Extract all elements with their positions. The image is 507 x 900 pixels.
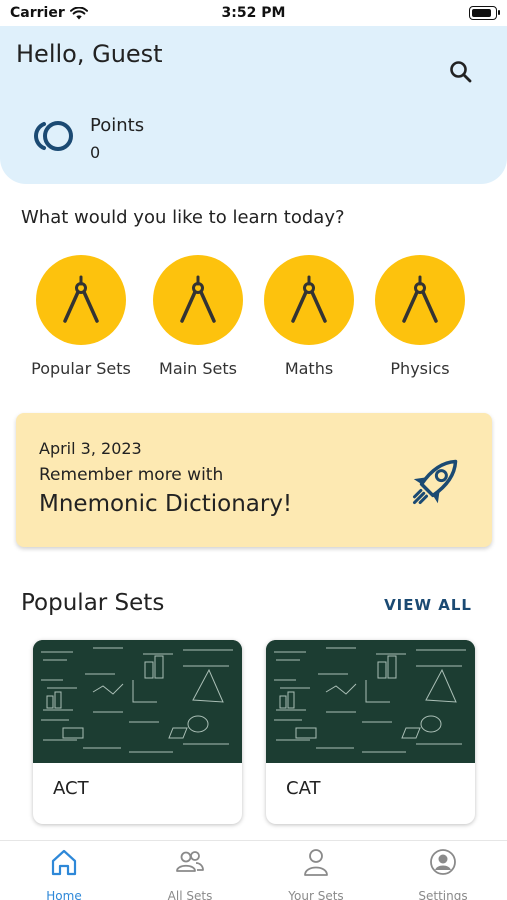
set-card-act[interactable]: ACT bbox=[33, 640, 242, 824]
chalkboard-drawing bbox=[266, 640, 475, 763]
compass-icon bbox=[291, 275, 327, 323]
banner-title: Mnemonic Dictionary! bbox=[39, 491, 293, 517]
popular-sets-title: Popular Sets bbox=[21, 590, 165, 616]
category-list: Popular Sets Main Sets Maths Physics bbox=[0, 255, 507, 385]
points-label: Points bbox=[90, 115, 145, 136]
category-circle bbox=[153, 255, 243, 345]
rocket-icon bbox=[412, 459, 458, 505]
tab-settings[interactable]: Settings bbox=[393, 847, 493, 900]
mnemonic-banner[interactable]: April 3, 2023 Remember more with Mnemoni… bbox=[16, 413, 492, 547]
users-icon bbox=[176, 851, 204, 872]
chalkboard-image bbox=[266, 640, 475, 763]
tab-bar: Home All Sets Your Sets Settings bbox=[0, 840, 507, 900]
set-card-title: CAT bbox=[286, 778, 321, 799]
category-circle bbox=[264, 255, 354, 345]
chalkboard-drawing bbox=[33, 640, 242, 763]
tab-label: All Sets bbox=[167, 889, 213, 900]
category-circle bbox=[36, 255, 126, 345]
category-main-sets[interactable]: Main Sets bbox=[143, 255, 253, 378]
category-physics[interactable]: Physics bbox=[365, 255, 475, 378]
compass-icon bbox=[402, 275, 438, 323]
category-label: Main Sets bbox=[159, 359, 237, 378]
set-card-cat[interactable]: CAT bbox=[266, 640, 475, 824]
compass-icon bbox=[180, 275, 216, 323]
category-label: Popular Sets bbox=[31, 359, 131, 378]
tab-your-sets[interactable]: Your Sets bbox=[266, 847, 366, 900]
chalkboard-image bbox=[33, 640, 242, 763]
view-all-link[interactable]: VIEW ALL bbox=[384, 596, 472, 614]
banner-subtitle: Remember more with bbox=[39, 465, 224, 485]
learn-title: What would you like to learn today? bbox=[21, 207, 345, 228]
category-label: Maths bbox=[284, 359, 334, 378]
clock: 3:52 PM bbox=[221, 5, 286, 21]
greeting: Hello, Guest bbox=[16, 40, 163, 68]
settings-icon bbox=[430, 849, 456, 875]
category-maths[interactable]: Maths bbox=[254, 255, 364, 378]
search-button[interactable] bbox=[445, 56, 477, 88]
user-icon bbox=[304, 849, 328, 876]
tab-label: Your Sets bbox=[288, 889, 344, 900]
points-icon bbox=[34, 121, 73, 151]
header: Hello, Guest Points 0 bbox=[0, 26, 507, 184]
category-label: Physics bbox=[390, 359, 450, 378]
battery-icon bbox=[469, 6, 500, 20]
tab-label: Settings bbox=[418, 889, 468, 900]
compass-icon bbox=[63, 275, 99, 323]
points-value: 0 bbox=[90, 143, 101, 162]
tab-all-sets[interactable]: All Sets bbox=[140, 847, 240, 900]
category-popular-sets[interactable]: Popular Sets bbox=[26, 255, 136, 378]
home-icon bbox=[51, 849, 77, 876]
search-icon bbox=[450, 61, 472, 83]
status-bar: Carrier 3:52 PM bbox=[0, 0, 507, 26]
battery-level bbox=[472, 9, 491, 17]
banner-date: April 3, 2023 bbox=[39, 439, 142, 458]
category-circle bbox=[375, 255, 465, 345]
tab-label: Home bbox=[46, 889, 82, 900]
set-card-title: ACT bbox=[53, 778, 89, 799]
tab-home[interactable]: Home bbox=[14, 847, 114, 900]
